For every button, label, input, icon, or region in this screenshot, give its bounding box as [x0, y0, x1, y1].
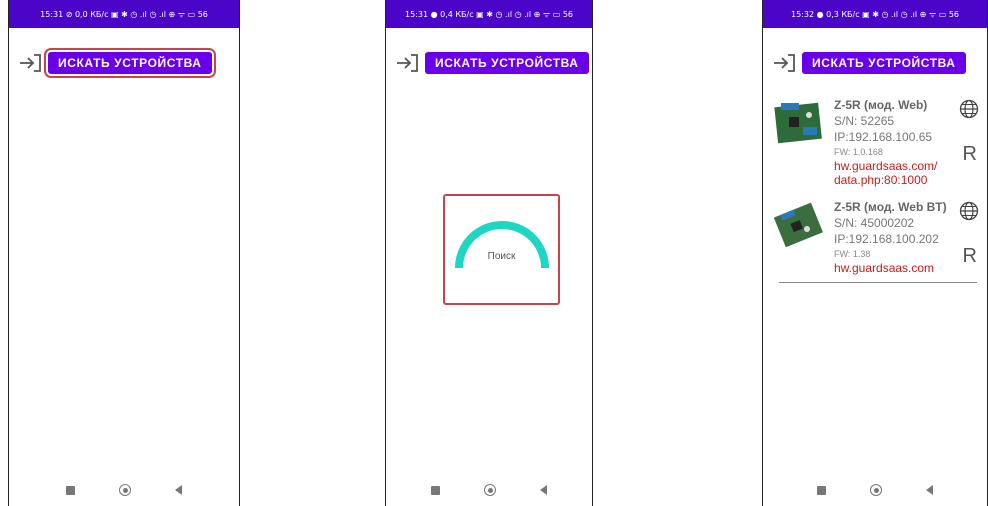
navigation-bar — [386, 474, 592, 506]
phone-screen-searching: 15:31 ● 0,4 КБ/с ▣ ✱ ◷ .ıl ◷ .ıl ⊕ ᯤ ▭ 5… — [385, 0, 593, 506]
progress-arc-icon — [455, 221, 549, 269]
recents-icon[interactable] — [66, 485, 75, 495]
r-button[interactable]: R — [963, 245, 977, 268]
login-icon[interactable] — [396, 53, 420, 73]
scan-devices-button[interactable]: ИСКАТЬ УСТРОЙСТВА — [48, 52, 212, 74]
toolbar: ИСКАТЬ УСТРОЙСТВА — [396, 50, 589, 76]
back-icon[interactable] — [540, 485, 547, 495]
device-link[interactable]: hw.guardsaas.com — [834, 261, 964, 275]
scan-button-highlight: ИСКАТЬ УСТРОЙСТВА — [44, 48, 216, 78]
r-button[interactable]: R — [963, 143, 977, 166]
device-link[interactable]: hw.guardsaas.com/ data.php:80:1000 — [834, 159, 964, 187]
device-list-item[interactable]: Z-5R (мод. Web) S/N: 52265 IP:192.168.10… — [773, 97, 987, 197]
device-firmware: FW: 1.38 — [834, 249, 871, 259]
device-firmware: FW: 1.0.168 — [834, 147, 883, 157]
login-icon[interactable] — [19, 53, 43, 73]
toolbar: ИСКАТЬ УСТРОЙСТВА — [773, 50, 966, 76]
device-name: Z-5R (мод. Web) — [834, 98, 928, 112]
globe-icon[interactable] — [959, 99, 979, 119]
device-ip: IP:192.168.100.65 — [834, 130, 933, 144]
home-icon[interactable] — [119, 484, 131, 496]
home-icon[interactable] — [870, 484, 882, 496]
toolbar: ИСКАТЬ УСТРОЙСТВА — [19, 48, 216, 78]
globe-icon[interactable] — [959, 201, 979, 221]
status-bar: 15:31 ● 0,4 КБ/с ▣ ✱ ◷ .ıl ◷ .ıl ⊕ ᯤ ▭ 5… — [386, 0, 592, 28]
phone-screen-results: 15:32 ● 0,3 КБ/с ▣ ✱ ◷ .ıl ◷ .ıl ⊕ ᯤ ▭ 5… — [762, 0, 988, 506]
scan-devices-button[interactable]: ИСКАТЬ УСТРОЙСТВА — [425, 52, 589, 74]
navigation-bar — [9, 474, 239, 506]
home-icon[interactable] — [484, 484, 496, 496]
status-bar: 15:32 ● 0,3 КБ/с ▣ ✱ ◷ .ıl ◷ .ıl ⊕ ᯤ ▭ 5… — [763, 0, 987, 28]
list-divider — [779, 282, 977, 283]
device-info: Z-5R (мод. Web) S/N: 52265 IP:192.168.10… — [834, 97, 964, 187]
recents-icon[interactable] — [817, 485, 826, 495]
navigation-bar — [763, 474, 987, 506]
controller-board-image — [774, 102, 822, 144]
controller-board-image — [773, 202, 823, 248]
login-icon[interactable] — [773, 53, 797, 73]
device-name: Z-5R (мод. Web BT) — [834, 200, 947, 214]
device-info: Z-5R (мод. Web BT) S/N: 45000202 IP:192.… — [834, 199, 964, 275]
device-serial: S/N: 45000202 — [834, 216, 915, 230]
device-serial: S/N: 52265 — [834, 114, 895, 128]
back-icon[interactable] — [175, 485, 182, 495]
search-progress-box: Поиск — [443, 194, 560, 305]
scan-devices-button[interactable]: ИСКАТЬ УСТРОЙСТВА — [802, 52, 966, 74]
back-icon[interactable] — [926, 485, 933, 495]
search-label: Поиск — [487, 251, 516, 262]
status-bar: 15:31 ⊘ 0,0 КБ/с ▣ ✱ ◷ .ıl ◷ .ıl ⊕ ᯤ ▭ 5… — [9, 0, 239, 28]
device-list-item[interactable]: Z-5R (мод. Web BT) S/N: 45000202 IP:192.… — [773, 199, 987, 299]
phone-screen-initial: 15:31 ⊘ 0,0 КБ/с ▣ ✱ ◷ .ıl ◷ .ıl ⊕ ᯤ ▭ 5… — [8, 0, 240, 506]
device-ip: IP:192.168.100.202 — [834, 232, 939, 246]
recents-icon[interactable] — [431, 485, 440, 495]
